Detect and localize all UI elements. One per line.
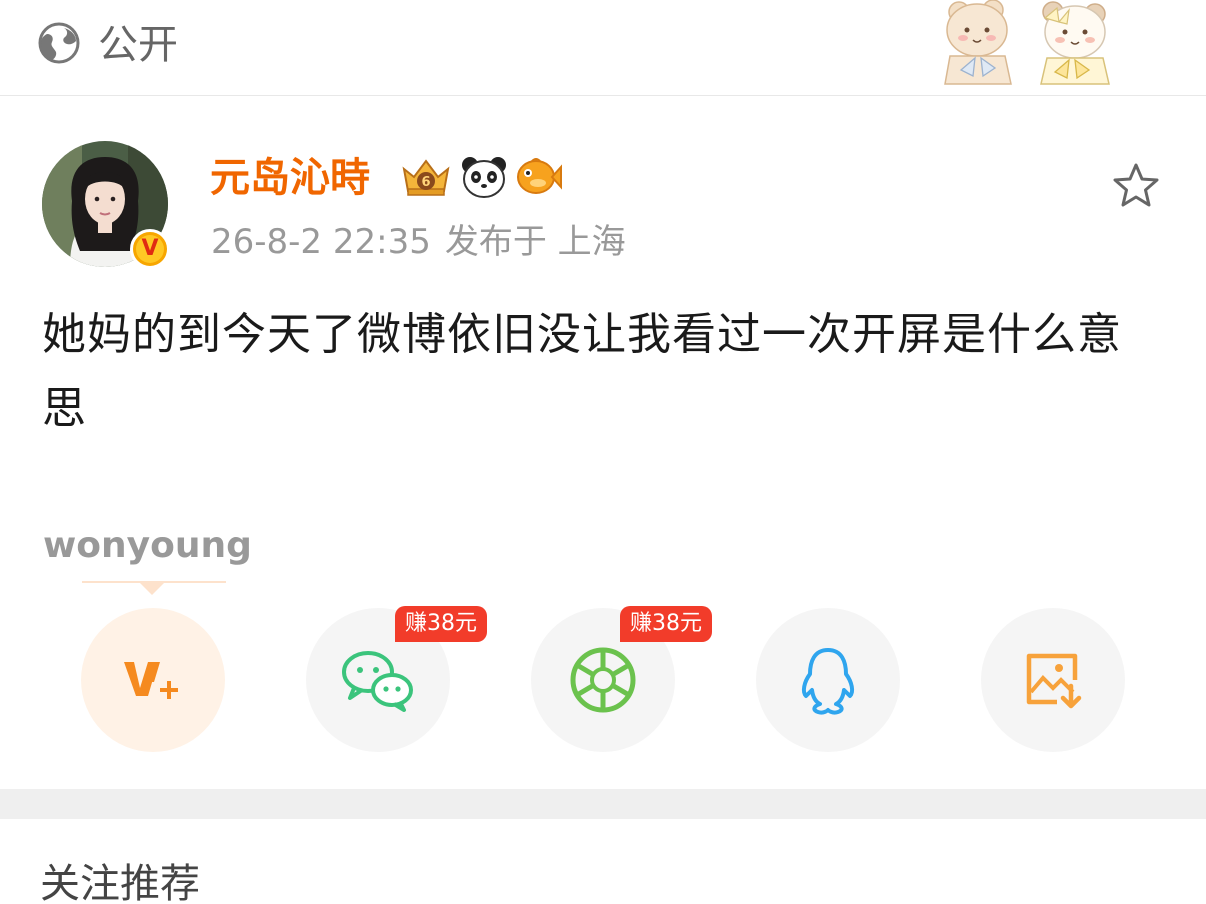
moments-earn-badge: 赚38元 [620, 606, 712, 642]
bear-sticker-decoration [944, 0, 1110, 85]
visibility-label[interactable]: 公开 [98, 20, 178, 70]
share-row: 赚38元 赚38元 [0, 606, 1206, 754]
crown-6-icon[interactable]: 6 [398, 155, 454, 199]
author-avatar[interactable]: V [42, 141, 170, 269]
post-timestamp: 26-8-2 22:35 [211, 222, 431, 262]
post-tag[interactable]: wonyoung [43, 522, 252, 570]
share-qq-button[interactable] [756, 608, 900, 752]
wechat-earn-badge: 赚38元 [395, 606, 487, 642]
post-text: 她妈的到今天了微博依旧没让我看过一次开屏是什么意思 [42, 309, 1122, 434]
star-outline-icon[interactable] [1110, 160, 1162, 212]
svg-text:6: 6 [421, 175, 430, 190]
recommend-title: 关注推荐 [40, 861, 200, 904]
tag-caret [139, 582, 165, 595]
globe-icon [38, 22, 80, 64]
post-meta: 26-8-2 22:35 发布于 上海 [211, 219, 626, 265]
share-vplus-button[interactable] [81, 608, 225, 752]
verified-badge: V [130, 229, 170, 269]
author-name[interactable]: 元岛沁時 [210, 152, 370, 204]
author-badges: 6 [398, 152, 562, 202]
post-location: 发布于 上海 [444, 222, 626, 262]
moments-icon [570, 647, 636, 713]
vplus-icon [124, 662, 178, 699]
fish-icon[interactable] [514, 155, 562, 199]
share-save-image-button[interactable] [981, 608, 1125, 752]
save-image-icon [1026, 653, 1082, 709]
visibility-bar: 公开 [0, 0, 1206, 96]
qq-icon [801, 648, 855, 715]
panda-icon[interactable] [460, 155, 508, 199]
section-divider [0, 789, 1206, 819]
wechat-icon [342, 651, 413, 712]
